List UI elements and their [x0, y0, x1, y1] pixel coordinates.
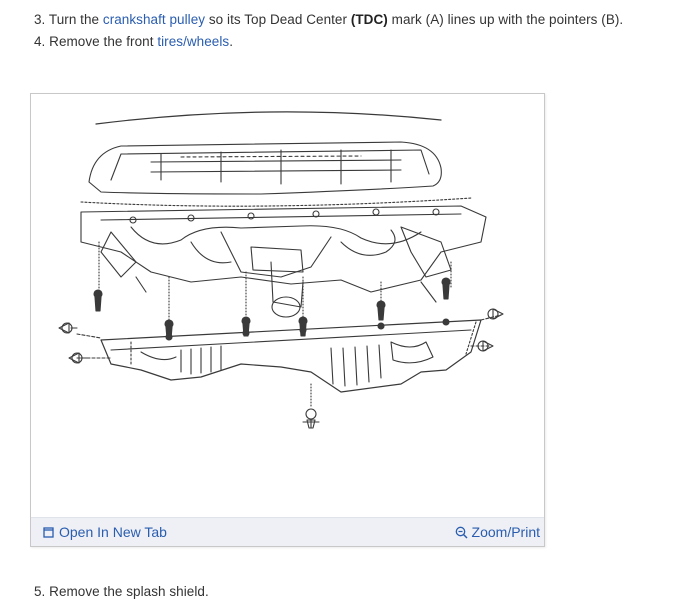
open-in-new-tab-button[interactable]: Open In New Tab — [43, 524, 167, 540]
step-3-suffix: mark (A) lines up with the pointers (B). — [387, 12, 624, 27]
tires-wheels-link[interactable]: tires/wheels — [157, 34, 229, 49]
zoom-icon — [455, 526, 468, 539]
open-new-tab-icon — [43, 527, 54, 538]
zoom-print-button[interactable]: Zoom/Print — [455, 524, 540, 540]
crankshaft-pulley-link[interactable]: crankshaft pulley — [103, 12, 205, 27]
figure-toolbar: Open In New Tab Zoom/Print — [31, 517, 544, 546]
open-in-new-tab-label: Open In New Tab — [59, 524, 167, 540]
step-4-suffix: . — [229, 34, 234, 49]
step-3-middle: so its Top Dead Center — [205, 12, 351, 27]
step-4-text: 4. Remove the front tires/wheels. — [34, 34, 233, 49]
step-3-bold: (TDC) — [350, 12, 388, 27]
figure-container: Open In New Tab Zoom/Print — [30, 93, 545, 547]
step-3-prefix: 3. Turn the — [34, 12, 103, 27]
step-3-text: 3. Turn the crankshaft pulley so its Top… — [34, 12, 623, 27]
step-5-text: 5. Remove the splash shield. — [34, 584, 209, 599]
splash-shield-diagram — [58, 111, 504, 429]
zoom-print-label: Zoom/Print — [471, 524, 540, 540]
step-4-prefix: 4. Remove the front — [34, 34, 158, 49]
